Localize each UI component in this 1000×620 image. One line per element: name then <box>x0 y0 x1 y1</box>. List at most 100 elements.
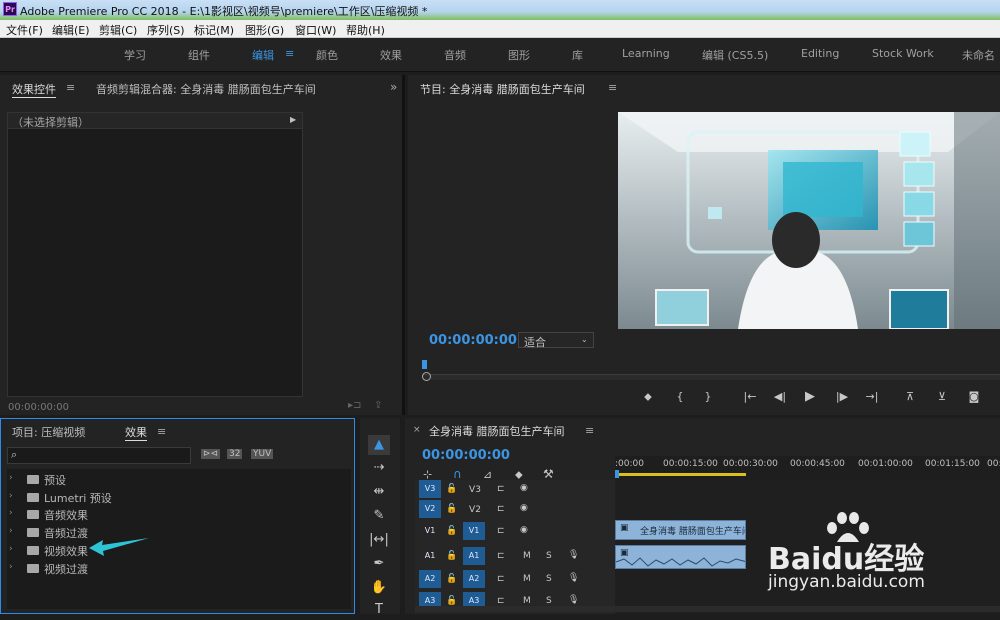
program-menu-icon[interactable]: ≡ <box>608 81 617 94</box>
workspace-stock-work[interactable]: Stock Work <box>872 47 934 60</box>
ripple-edit-tool-icon[interactable]: ⇹ <box>368 482 390 502</box>
program-title[interactable]: 节目: 全身消毒 腊肠面包生产车间 <box>420 81 585 97</box>
source-patch-v3[interactable]: V3 <box>419 480 441 498</box>
source-patch-v2[interactable]: V2 <box>419 500 441 518</box>
workspace-effects[interactable]: 效果 <box>380 47 402 63</box>
lock-icon[interactable]: 🔓 <box>446 526 457 536</box>
timeline-menu-icon[interactable]: ≡ <box>585 424 594 437</box>
sync-lock-icon[interactable]: ⊏ <box>497 574 505 584</box>
workspace-learn[interactable]: 学习 <box>124 47 146 63</box>
accelerated-effects-icon[interactable]: ⊳⊲ <box>201 449 221 459</box>
lock-icon[interactable]: 🔓 <box>446 484 457 494</box>
tree-item-video-transitions[interactable]: › 视频过渡 <box>9 560 349 577</box>
track-target-v2[interactable]: V2 <box>465 505 485 515</box>
tree-item-audio-effects[interactable]: › 音频效果 <box>9 506 349 523</box>
lock-icon[interactable]: 🔓 <box>446 504 457 514</box>
menu-graphics[interactable]: 图形(G) <box>245 22 284 38</box>
workspace-untitled[interactable]: 未命名 <box>962 47 995 63</box>
mute-button[interactable]: M <box>523 574 531 584</box>
menu-window[interactable]: 窗口(W) <box>295 22 336 38</box>
menu-file[interactable]: 文件(F) <box>6 22 43 38</box>
mic-icon[interactable]: 🎙 <box>568 573 579 583</box>
timeline-playhead[interactable] <box>615 470 619 478</box>
tree-item-presets[interactable]: › 预设 <box>9 471 349 488</box>
workspace-editing-cs55[interactable]: 编辑 (CS5.5) <box>702 47 768 63</box>
playhead-marker[interactable] <box>422 360 427 369</box>
effects-menu-icon[interactable]: ≡ <box>157 425 166 438</box>
type-tool-icon[interactable]: T <box>368 600 390 620</box>
scroll-handle[interactable] <box>422 372 431 381</box>
snap-icon[interactable]: ∩ <box>453 467 462 481</box>
mic-icon[interactable]: 🎙 <box>568 550 579 560</box>
slip-tool-icon[interactable]: |↔| <box>368 530 390 550</box>
workspace-color[interactable]: 颜色 <box>316 47 338 63</box>
effects-search-input[interactable]: ⌕ <box>7 447 191 464</box>
expand-panels-icon[interactable]: » <box>390 80 397 94</box>
workspace-editing-en[interactable]: Editing <box>801 47 839 60</box>
audio-clip[interactable]: ▣ <box>615 545 746 569</box>
program-timecode[interactable]: 00:00:00:00 <box>429 333 517 348</box>
workspace-editing-active[interactable]: 编辑 <box>252 47 274 63</box>
step-forward-icon[interactable]: |▶ <box>834 390 850 403</box>
menu-sequence[interactable]: 序列(S) <box>147 22 185 38</box>
eye-icon[interactable]: ◉ <box>520 503 528 513</box>
sync-lock-icon[interactable]: ⊏ <box>497 504 505 514</box>
track-target-a2[interactable]: A2 <box>463 570 485 588</box>
lock-icon[interactable]: 🔓 <box>446 551 457 561</box>
tab-effect-controls[interactable]: 效果控件 <box>12 81 56 98</box>
eye-icon[interactable]: ◉ <box>520 525 528 535</box>
lift-icon[interactable]: ⊼ <box>902 390 918 403</box>
lock-icon[interactable]: 🔓 <box>446 574 457 584</box>
track-target-v1[interactable]: V1 <box>463 522 485 540</box>
tab-effects[interactable]: 效果 <box>125 424 147 441</box>
fit-dropdown[interactable]: 适合 ⌄ <box>518 332 594 349</box>
track-target-v3[interactable]: V3 <box>465 485 485 495</box>
export-frame-icon[interactable]: ◙ <box>966 390 982 403</box>
zoom-scrollbar[interactable] <box>422 374 1000 380</box>
workspace-assembly[interactable]: 组件 <box>188 47 210 63</box>
timeline-title[interactable]: 全身消毒 腊肠面包生产车间 <box>429 423 565 439</box>
workspace-libraries[interactable]: 库 <box>572 47 583 63</box>
hand-tool-icon[interactable]: ✋ <box>368 578 390 598</box>
time-ruler[interactable]: :00:00 00:00:15:00 00:00:30:00 00:00:45:… <box>615 456 1000 480</box>
tree-item-audio-transitions[interactable]: › 音频过渡 <box>9 524 349 541</box>
solo-button[interactable]: S <box>546 574 552 584</box>
mark-in-icon[interactable]: { <box>672 390 688 403</box>
go-to-in-icon[interactable]: |← <box>742 390 758 403</box>
filter-icon[interactable]: ▸⊐ <box>348 400 361 411</box>
mark-out-icon[interactable]: } <box>700 390 716 403</box>
play-clip-icon[interactable]: ▶ <box>290 115 296 124</box>
sync-lock-icon[interactable]: ⊏ <box>497 551 505 561</box>
menu-edit[interactable]: 编辑(E) <box>52 22 90 38</box>
add-marker-icon[interactable]: ⬥ <box>640 390 656 404</box>
timeline-timecode[interactable]: 00:00:00:00 <box>422 448 510 463</box>
workspace-menu-icon[interactable]: ≡ <box>285 47 294 60</box>
menu-clip[interactable]: 剪辑(C) <box>99 22 137 38</box>
tree-item-lumetri-presets[interactable]: › Lumetri 预设 <box>9 489 349 506</box>
panel-menu-icon[interactable]: ≡ <box>66 81 75 94</box>
video-clip[interactable]: ▣ 全身消毒 腊肠面包生产车间 <box>615 520 746 540</box>
go-to-out-icon[interactable]: →| <box>864 390 880 403</box>
solo-button[interactable]: S <box>546 596 552 606</box>
32bit-effects-icon[interactable]: 32 <box>227 449 243 459</box>
solo-button[interactable]: S <box>546 551 552 561</box>
tab-project[interactable]: 项目: 压缩视频 <box>12 424 85 440</box>
menu-marker[interactable]: 标记(M) <box>194 22 234 38</box>
track-target-a1[interactable]: A1 <box>463 547 485 565</box>
workspace-graphics[interactable]: 图形 <box>508 47 530 63</box>
sync-lock-icon[interactable]: ⊏ <box>497 526 505 536</box>
play-icon[interactable]: ▶ <box>802 389 818 404</box>
lock-icon[interactable]: 🔓 <box>446 596 457 606</box>
extract-icon[interactable]: ⊻ <box>934 390 950 403</box>
source-patch-v1[interactable]: V1 <box>419 522 441 540</box>
tab-audio-clip-mixer[interactable]: 音频剪辑混合器: 全身消毒 腊肠面包生产车间 <box>96 81 316 97</box>
wrench-icon[interactable]: ⚒ <box>543 467 554 481</box>
menu-help[interactable]: 帮助(H) <box>346 22 385 38</box>
mute-button[interactable]: M <box>523 596 531 606</box>
yuv-effects-icon[interactable]: YUV <box>251 449 274 459</box>
source-patch-a2[interactable]: A2 <box>419 570 441 588</box>
step-back-icon[interactable]: ◀| <box>772 390 788 403</box>
close-icon[interactable]: × <box>413 425 421 435</box>
sync-lock-icon[interactable]: ⊏ <box>497 484 505 494</box>
razor-tool-icon[interactable]: ✎ <box>368 506 390 526</box>
